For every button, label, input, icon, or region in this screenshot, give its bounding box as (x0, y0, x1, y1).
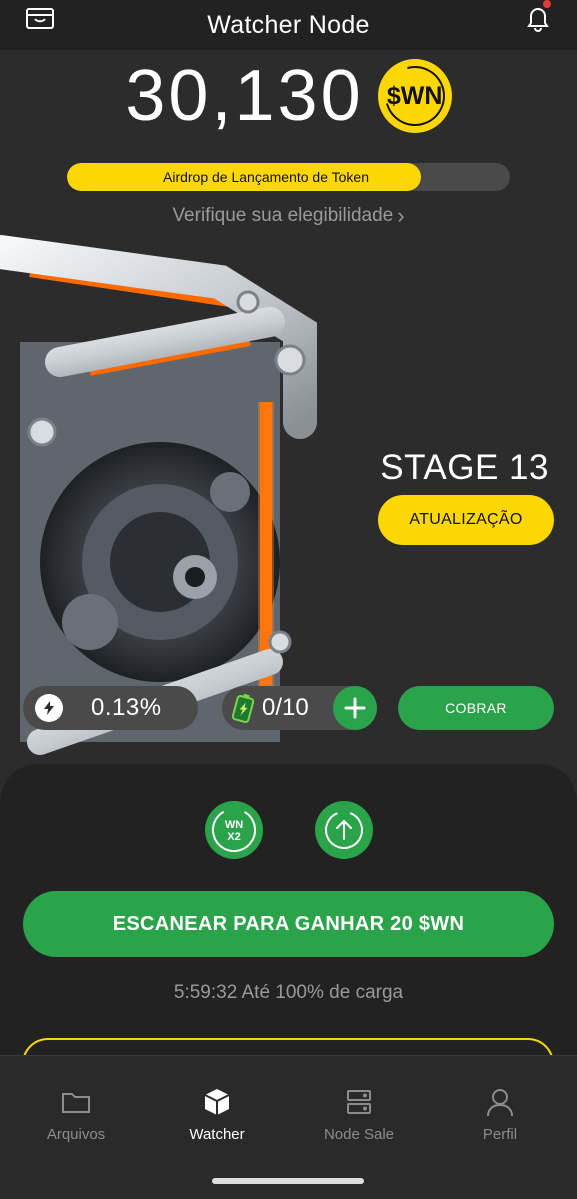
airdrop-progress-bar[interactable]: Airdrop de Lançamento de Token (67, 163, 510, 191)
nav-item-perfil[interactable]: Perfil (440, 1086, 560, 1143)
user-icon (487, 1089, 513, 1117)
mining-rate-pill: 0.13% (23, 686, 198, 730)
nav-label-watcher: Watcher (189, 1126, 245, 1143)
battery-pill: 0/10 (222, 686, 377, 730)
wallet-icon[interactable] (25, 6, 55, 30)
upgrade-button[interactable]: ATUALIZAÇÃO (378, 495, 554, 545)
chevron-right-icon: › (397, 203, 405, 228)
watcher-screen: Watcher Node 30,130 $WN Airdrop de Lança… (0, 0, 577, 1199)
nav-label-node-sale: Node Sale (323, 1126, 395, 1143)
upgrade-arrow-button[interactable] (315, 801, 373, 859)
collect-button[interactable]: COBRAR (398, 686, 554, 730)
nav-item-arquivos[interactable]: Arquivos (16, 1086, 136, 1143)
home-indicator (212, 1178, 364, 1184)
boost-x2-icon: WN X2 (212, 808, 256, 852)
arrow-up-circle-icon (325, 811, 363, 849)
balance-value: 30,130 (125, 56, 364, 136)
plus-icon (344, 697, 366, 719)
nav-label-arquivos: Arquivos (46, 1126, 106, 1143)
stage-label: STAGE 13 (380, 448, 549, 487)
battery-icon (232, 693, 254, 723)
scan-to-earn-button[interactable]: ESCANEAR PARA GANHAR 20 $WN (23, 891, 554, 957)
app-header: Watcher Node (0, 0, 577, 50)
notification-dot (543, 0, 551, 8)
boost-x2-button[interactable]: WN X2 (205, 801, 263, 859)
airdrop-label: Airdrop de Lançamento de Token (163, 169, 369, 185)
balance-display: 30,130 $WN (0, 58, 577, 134)
lightning-icon (35, 694, 63, 722)
nav-label-perfil: Perfil (482, 1126, 518, 1143)
add-battery-button[interactable] (333, 686, 377, 730)
cube-icon (204, 1089, 230, 1115)
charge-timer: 5:59:32 Até 100% de carga (173, 982, 404, 1003)
svg-text:WN: WN (225, 819, 243, 831)
page-title: Watcher Node (207, 10, 370, 39)
token-badge: $WN (377, 59, 452, 133)
nav-item-node-sale[interactable]: Node Sale (299, 1086, 419, 1143)
token-symbol: $WN (386, 81, 443, 110)
server-icon (347, 1090, 371, 1114)
mining-rate-value: 0.13% (91, 694, 162, 721)
folder-icon (62, 1093, 90, 1113)
nav-item-watcher[interactable]: Watcher (157, 1086, 277, 1143)
svg-text:X2: X2 (227, 831, 240, 843)
battery-value: 0/10 (262, 694, 309, 721)
